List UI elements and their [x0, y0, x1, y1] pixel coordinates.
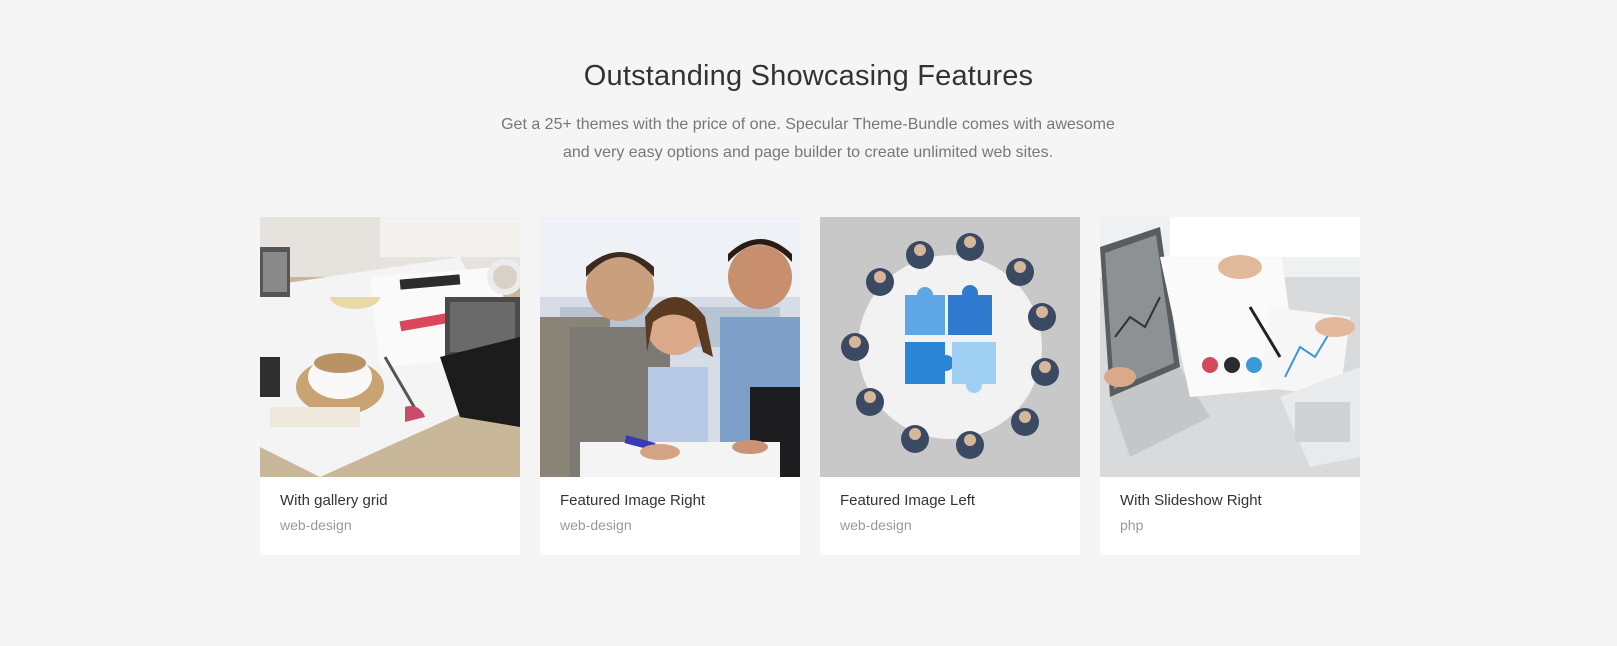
- subtitle-line-2: and very easy options and page builder t…: [562, 144, 1054, 161]
- team-meeting-photo: [540, 217, 800, 477]
- features-grid: With gallery grid web-design Featured Im…: [260, 217, 1360, 555]
- card-title[interactable]: Featured Image Left: [840, 492, 975, 509]
- card-title[interactable]: With gallery grid: [280, 492, 388, 509]
- card-category[interactable]: web-design: [840, 517, 912, 533]
- card-image[interactable]: [260, 217, 520, 477]
- features-section: Outstanding Showcasing Features Get a 25…: [0, 0, 1617, 646]
- card-category[interactable]: web-design: [560, 517, 632, 533]
- section-subtitle: Get a 25+ themes with the price of one. …: [458, 111, 1158, 167]
- section-heading: Outstanding Showcasing Features: [583, 60, 1034, 92]
- card-category[interactable]: php: [1120, 517, 1143, 533]
- laptop-documents-photo: [1100, 217, 1360, 477]
- feature-card-featured-image-right[interactable]: Featured Image Right web-design: [540, 217, 800, 555]
- office-desk-photo: [260, 217, 520, 477]
- subtitle-line-1: Get a 25+ themes with the price of one. …: [501, 116, 1115, 133]
- card-image[interactable]: [1100, 217, 1360, 477]
- feature-card-featured-image-left[interactable]: Featured Image Left web-design: [820, 217, 1080, 555]
- card-category[interactable]: web-design: [280, 517, 352, 533]
- feature-card-slideshow-right[interactable]: With Slideshow Right php: [1100, 217, 1360, 555]
- card-title[interactable]: Featured Image Right: [560, 492, 705, 509]
- feature-card-gallery-grid[interactable]: With gallery grid web-design: [260, 217, 520, 555]
- card-image[interactable]: [540, 217, 800, 477]
- card-title[interactable]: With Slideshow Right: [1120, 492, 1262, 509]
- card-image[interactable]: [820, 217, 1080, 477]
- puzzle-round-table-photo: [820, 217, 1080, 477]
